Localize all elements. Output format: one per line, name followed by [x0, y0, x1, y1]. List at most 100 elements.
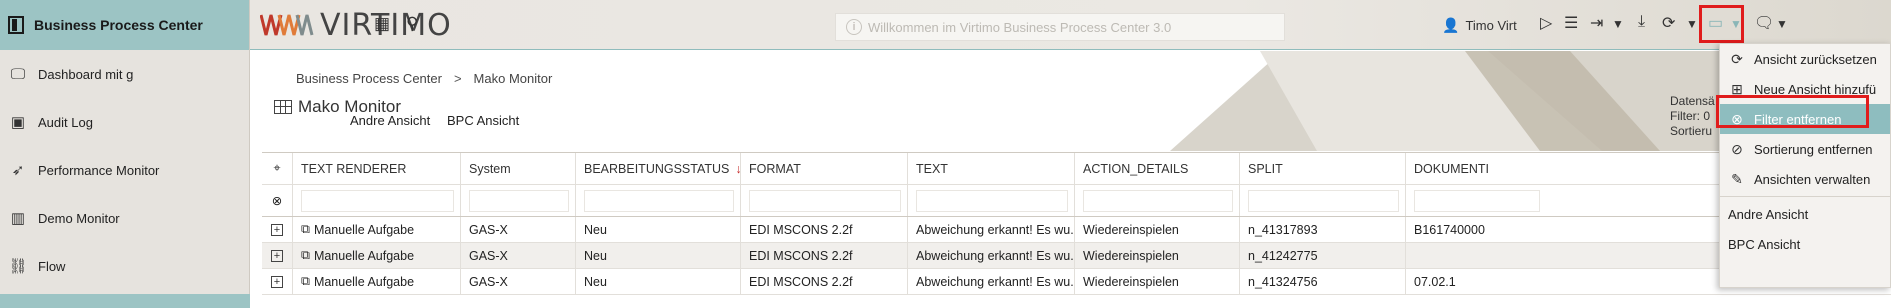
sidebar-item-audit-log[interactable]: ▣ Audit Log [0, 98, 249, 146]
menu-divider [1720, 196, 1890, 197]
table-cell [1406, 243, 1546, 268]
refresh-icon: ⟳ [1731, 50, 1743, 67]
data-table: ⌖ TEXT RENDERER System BEARBEITUNGSSTATU… [262, 152, 1891, 295]
user-name: Timo Virt [1465, 18, 1517, 33]
table-cell: GAS-X [461, 269, 576, 294]
pencil-icon: ✎ [1731, 170, 1743, 187]
sidebar-header-label: Business Process Center [34, 17, 203, 33]
table-row[interactable]: + ⧉ Manuelle Aufgabe GAS-X Neu EDI MSCONS… [262, 269, 1891, 295]
main-content: Business Process Center > Mako Monitor M… [250, 51, 1891, 308]
table-cell: EDI MSCONS 2.2f [741, 243, 908, 268]
filter-cell[interactable] [741, 185, 908, 216]
column-header[interactable]: TEXT RENDERER [293, 153, 461, 184]
filter-input[interactable] [584, 189, 734, 212]
table-cell: Neu [576, 217, 741, 242]
sidebar-item-flow[interactable]: ⛓ Flow [0, 242, 249, 290]
column-header[interactable]: System [461, 153, 576, 184]
view-menu-highlight [1699, 5, 1744, 43]
indent-icon[interactable]: ⇥ [1590, 13, 1603, 33]
table-cell: Wiedereinspielen [1075, 269, 1240, 294]
filter-cell[interactable] [461, 185, 576, 216]
filter-cell[interactable] [1406, 185, 1546, 216]
filter-remove-highlight [1716, 95, 1869, 128]
calendar-icon[interactable]: ▦ [374, 14, 390, 34]
barcode-icon: ▥ [10, 210, 26, 227]
column-header[interactable]: TEXT [908, 153, 1075, 184]
filter-count: Filter: 0 [1670, 109, 1711, 123]
filter-input[interactable] [1083, 189, 1233, 212]
table-row[interactable]: + ⧉ Manuelle Aufgabe GAS-X Neu EDI MSCONS… [262, 243, 1891, 269]
column-header[interactable]: ACTION_DETAILS [1075, 153, 1240, 184]
chevron-down-icon[interactable]: ▼ [1686, 17, 1698, 31]
menu-item-view-andre[interactable]: Andre Ansicht [1720, 199, 1890, 229]
filter-input[interactable] [1248, 189, 1399, 212]
column-header[interactable]: DOKUMENTI [1406, 153, 1546, 184]
refresh-icon[interactable]: ⟳ [1662, 13, 1675, 33]
filter-cell[interactable] [293, 185, 461, 216]
menu-item-label: Sortierung entfernen [1754, 141, 1873, 157]
expand-row-icon[interactable]: + [262, 269, 293, 294]
sidebar-item-label: Performance Monitor [38, 162, 160, 178]
breadcrumb-item[interactable]: Business Process Center [296, 71, 442, 86]
filter-input[interactable] [916, 189, 1068, 212]
column-header[interactable]: BEARBEITUNGSSTATUS ↓1 [576, 153, 741, 184]
sidebar-item-demo-monitor[interactable]: ▥ Demo Monitor [0, 194, 249, 242]
filter-input[interactable] [1414, 189, 1540, 212]
brand-mark-icon [260, 14, 314, 36]
cell-text: Manuelle Aufgabe [313, 248, 415, 263]
table-icon [274, 100, 292, 114]
breadcrumb-item: Mako Monitor [473, 71, 553, 86]
table-cell: Abweichung erkannt! Es wu... [908, 217, 1075, 242]
clear-filter-icon[interactable]: ⊗ [262, 185, 293, 216]
table-cell: Wiedereinspielen [1075, 217, 1240, 242]
search-icon[interactable]: ⚲ [406, 14, 418, 34]
external-link-icon[interactable]: ⧉ [301, 274, 310, 289]
filter-cell[interactable] [908, 185, 1075, 216]
table-header-row: ⌖ TEXT RENDERER System BEARBEITUNGSSTATU… [262, 153, 1891, 185]
sidebar-item-label: Flow [38, 258, 66, 274]
table-cell: Neu [576, 243, 741, 268]
filter-input[interactable] [301, 189, 454, 212]
menu-item-reset-view[interactable]: ⟳ Ansicht zurücksetzen [1720, 44, 1890, 74]
menu-item-manage-views[interactable]: ✎ Ansichten verwalten [1720, 164, 1890, 194]
filter-input[interactable] [749, 189, 901, 212]
sidebar-item-label: Demo Monitor [38, 210, 120, 226]
column-header[interactable]: FORMAT [741, 153, 908, 184]
comments-icon[interactable]: 🗨 [1754, 13, 1774, 33]
filter-cell[interactable] [1075, 185, 1240, 216]
table-cell: EDI MSCONS 2.2f [741, 269, 908, 294]
table-cell: n_41317893 [1240, 217, 1406, 242]
sidebar-header[interactable]: Business Process Center [0, 0, 249, 50]
table-cell: EDI MSCONS 2.2f [741, 217, 908, 242]
expand-row-icon[interactable]: + [262, 243, 293, 268]
external-link-icon[interactable]: ⧉ [301, 222, 310, 237]
expand-row-icon[interactable]: + [262, 217, 293, 242]
welcome-text: Willkommen im Virtimo Business Process C… [868, 19, 1172, 35]
view-tab-andre[interactable]: Andre Ansicht [350, 113, 430, 128]
table-row[interactable]: + ⧉ Manuelle Aufgabe GAS-X Neu EDI MSCONS… [262, 217, 1891, 243]
play-icon[interactable]: ▷ [1540, 13, 1552, 33]
column-header[interactable]: SPLIT [1240, 153, 1406, 184]
brand-logo[interactable]: VIRTIMO [260, 8, 452, 43]
table-filter-row: ⊗ [262, 185, 1891, 217]
sidebar: Business Process Center 🖵 Dashboard mit … [0, 0, 250, 308]
chevron-down-icon[interactable]: ▼ [1612, 17, 1624, 31]
download-icon[interactable]: ⤓ [1638, 13, 1645, 31]
filter-input[interactable] [469, 189, 569, 212]
sidebar-item-dashboard[interactable]: 🖵 Dashboard mit g [0, 50, 249, 98]
dataset-info: Datensä Filter: 0 Sortieru [1670, 94, 1715, 139]
menu-item-view-bpc[interactable]: BPC Ansicht [1720, 229, 1890, 259]
view-tab-bpc[interactable]: BPC Ansicht [447, 113, 519, 128]
filter-cell[interactable] [576, 185, 741, 216]
crosshair-icon[interactable]: ⌖ [262, 153, 293, 184]
user-menu[interactable]: 👤 Timo Virt [1442, 17, 1517, 34]
chevron-down-icon[interactable]: ▼ [1776, 17, 1788, 31]
table-cell: 07.02.1 [1414, 274, 1456, 289]
checklist-icon[interactable]: ☰ [1564, 13, 1578, 33]
menu-item-remove-sort[interactable]: ⊘ Sortierung entfernen [1720, 134, 1890, 164]
table-cell: n_41324756 [1240, 269, 1406, 294]
sidebar-item-performance-monitor[interactable]: ➶ Performance Monitor [0, 146, 249, 194]
breadcrumb: Business Process Center > Mako Monitor [296, 71, 552, 86]
filter-cell[interactable] [1240, 185, 1406, 216]
external-link-icon[interactable]: ⧉ [301, 248, 310, 263]
